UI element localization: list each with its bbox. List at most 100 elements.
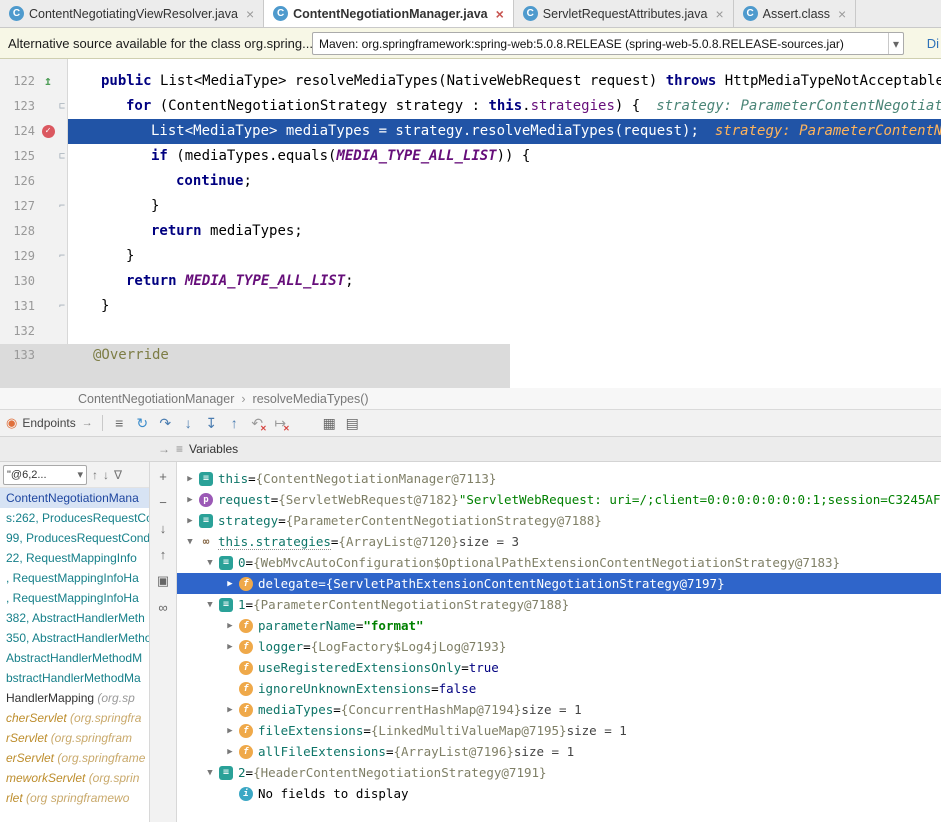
frame-down-icon[interactable]: ↓ <box>103 468 109 482</box>
editor-tab[interactable]: CServletRequestAttributes.java× <box>514 0 734 27</box>
step-out-icon[interactable]: ↑ <box>223 415 246 431</box>
code-line[interactable]: 125⊏if (mediaTypes.equals(MEDIA_TYPE_ALL… <box>0 144 941 169</box>
stack-frame-row[interactable]: s:262, ProducesRequestCo <box>0 508 149 528</box>
thread-dropdown[interactable]: "@6,2... ▾ <box>3 465 87 485</box>
expand-arrow-icon[interactable]: ▼ <box>183 537 197 547</box>
variable-row[interactable]: ▶fallFileExtensions = {ArrayList@7196} s… <box>177 741 941 762</box>
drop-frame-icon[interactable]: ↶✕ <box>246 415 269 432</box>
stack-frame-row[interactable]: 22, RequestMappingInfo <box>0 548 149 568</box>
step-into-icon[interactable]: ↓ <box>177 415 200 431</box>
variable-row[interactable]: fuseRegisteredExtensionsOnly = true <box>177 657 941 678</box>
code-text[interactable]: public List<MediaType> resolveMediaTypes… <box>68 69 941 94</box>
threads-view-icon[interactable]: ≡ <box>108 415 131 431</box>
force-step-into-icon[interactable]: ↧ <box>200 415 223 432</box>
stack-frame-row[interactable]: AbstractHandlerMethodM <box>0 648 149 668</box>
expand-arrow-icon[interactable]: ▶ <box>183 495 197 505</box>
expand-arrow-icon[interactable]: ▼ <box>203 558 217 568</box>
fold-start-icon[interactable]: ⊏ <box>56 94 68 119</box>
code-line[interactable]: 130return MEDIA_TYPE_ALL_LIST; <box>0 269 941 294</box>
move-watch-up-icon[interactable]: ↑ <box>155 547 171 562</box>
expand-arrow-icon[interactable]: ▶ <box>223 621 237 631</box>
breakpoint-icon[interactable]: ✓ <box>42 125 55 138</box>
breadcrumb-item-method[interactable]: resolveMediaTypes() <box>253 392 369 406</box>
code-line[interactable]: @Override <box>40 344 169 388</box>
code-text[interactable]: return MEDIA_TYPE_ALL_LIST; <box>68 269 941 294</box>
code-line[interactable]: 127¬} <box>0 194 941 219</box>
expand-arrow-icon[interactable]: ▼ <box>203 600 217 610</box>
remove-watch-icon[interactable]: − <box>155 495 171 510</box>
stack-frame-row[interactable]: rServlet (org.springfram <box>0 728 149 748</box>
variable-row[interactable]: ▼≡1 = {ParameterContentNegotiationStrate… <box>177 594 941 615</box>
stack-frame-row[interactable]: 382, AbstractHandlerMeth <box>0 608 149 628</box>
expand-arrow-icon[interactable]: ▼ <box>203 768 217 778</box>
code-text[interactable]: List<MediaType> mediaTypes = strategy.re… <box>68 119 941 144</box>
code-text[interactable]: } <box>68 194 941 219</box>
fold-end-icon[interactable]: ¬ <box>56 294 68 319</box>
code-line[interactable]: 123⊏for (ContentNegotiationStrategy stra… <box>0 94 941 119</box>
variable-row[interactable]: ▶ffileExtensions = {LinkedMultiValueMap@… <box>177 720 941 741</box>
variable-row[interactable]: ▶fparameterName = "format" <box>177 615 941 636</box>
variable-row[interactable]: iNo fields to display <box>177 783 941 804</box>
variable-row[interactable]: fignoreUnknownExtensions = false <box>177 678 941 699</box>
expand-arrow-icon[interactable]: ▶ <box>223 747 237 757</box>
code-text[interactable]: for (ContentNegotiationStrategy strategy… <box>68 94 941 119</box>
stack-frame-row[interactable]: cherServlet (org.springfra <box>0 708 149 728</box>
frame-up-icon[interactable]: ↑ <box>92 468 98 482</box>
move-watch-down-icon[interactable]: ↓ <box>155 521 171 536</box>
editor-tab[interactable]: CContentNegotiatingViewResolver.java× <box>0 0 264 27</box>
variable-row[interactable]: ▼∞this.strategies = {ArrayList@7120} siz… <box>177 531 941 552</box>
expand-arrow-icon[interactable]: ▶ <box>223 642 237 652</box>
editor-tab[interactable]: CContentNegotiationManager.java× <box>264 0 514 27</box>
expand-arrow-icon[interactable]: ▶ <box>183 474 197 484</box>
variable-row[interactable]: ▶fmediaTypes = {ConcurrentHashMap@7194} … <box>177 699 941 720</box>
stack-frame-row[interactable]: , RequestMappingInfoHa <box>0 568 149 588</box>
code-line[interactable]: 131¬} <box>0 294 941 319</box>
code-line[interactable]: 126continue; <box>0 169 941 194</box>
stack-frame-row[interactable]: 350, AbstractHandlerMetho <box>0 628 149 648</box>
variables-menu-icon[interactable]: ≡ <box>176 442 183 456</box>
code-line[interactable]: 122↥public List<MediaType> resolveMediaT… <box>0 69 941 94</box>
stack-frame-row[interactable]: meworkServlet (org.sprin <box>0 768 149 788</box>
layout-settings-icon[interactable]: ▤ <box>341 415 364 432</box>
variable-row[interactable]: ▶fdelegate = {ServletPathExtensionConten… <box>177 573 941 594</box>
fold-end-icon[interactable]: ¬ <box>56 194 68 219</box>
code-line[interactable]: 128return mediaTypes; <box>0 219 941 244</box>
variable-row[interactable]: ▶≡this = {ContentNegotiationManager@7113… <box>177 468 941 489</box>
breadcrumb-item-class[interactable]: ContentNegotiationManager <box>78 392 234 406</box>
code-line[interactable]: 129¬} <box>0 244 941 269</box>
code-text[interactable]: if (mediaTypes.equals(MEDIA_TYPE_ALL_LIS… <box>68 144 941 169</box>
code-text[interactable]: continue; <box>68 169 941 194</box>
stack-frame-row[interactable]: bstractHandlerMethodMa <box>0 668 149 688</box>
tab-close-icon[interactable]: × <box>246 6 254 22</box>
show-watches-icon[interactable]: ∞ <box>155 600 171 615</box>
view-as-grid-icon[interactable]: ▦ <box>318 415 341 432</box>
stack-frame-row[interactable]: erServlet (org.springframe <box>0 748 149 768</box>
expand-arrow-icon[interactable]: ▶ <box>223 726 237 736</box>
fold-start-icon[interactable]: ⊏ <box>56 144 68 169</box>
tab-endpoints[interactable]: ◉ Endpoints <box>0 415 82 431</box>
code-text[interactable]: } <box>68 294 941 319</box>
stack-frame-row[interactable]: , RequestMappingInfoHa <box>0 588 149 608</box>
stack-frame-row[interactable]: ContentNegotiationMana <box>0 488 149 508</box>
show-execution-point-icon[interactable]: ↻ <box>131 415 154 432</box>
editor-tab[interactable]: CAssert.class× <box>734 0 857 27</box>
expand-arrow-icon[interactable]: ▶ <box>183 516 197 526</box>
duplicate-watch-icon[interactable]: ▣ <box>155 573 171 589</box>
variable-row[interactable]: ▼≡0 = {WebMvcAutoConfiguration$OptionalP… <box>177 552 941 573</box>
disable-link[interactable]: Di <box>927 36 939 51</box>
source-jar-dropdown[interactable]: Maven: org.springframework:spring-web:5.… <box>312 32 904 55</box>
stack-frame-row[interactable]: rlet (org springframewo <box>0 788 149 808</box>
code-text[interactable]: } <box>68 244 941 269</box>
code-line[interactable]: 132 <box>0 319 941 344</box>
expand-arrow-icon[interactable]: ▶ <box>223 705 237 715</box>
stack-frame-row[interactable]: HandlerMapping (org.sp <box>0 688 149 708</box>
fold-end-icon[interactable]: ¬ <box>56 244 68 269</box>
run-to-cursor-icon[interactable]: ↦✕ <box>269 415 292 432</box>
variable-row[interactable]: ▶prequest = {ServletWebRequest@7182} "Se… <box>177 489 941 510</box>
add-watch-icon[interactable]: + <box>155 469 171 484</box>
tab-close-icon[interactable]: × <box>715 6 723 22</box>
tab-close-icon[interactable]: × <box>838 6 846 22</box>
code-line[interactable]: 124✓List<MediaType> mediaTypes = strateg… <box>0 119 941 144</box>
variable-row[interactable]: ▶≡strategy = {ParameterContentNegotiatio… <box>177 510 941 531</box>
code-text[interactable] <box>68 319 941 344</box>
